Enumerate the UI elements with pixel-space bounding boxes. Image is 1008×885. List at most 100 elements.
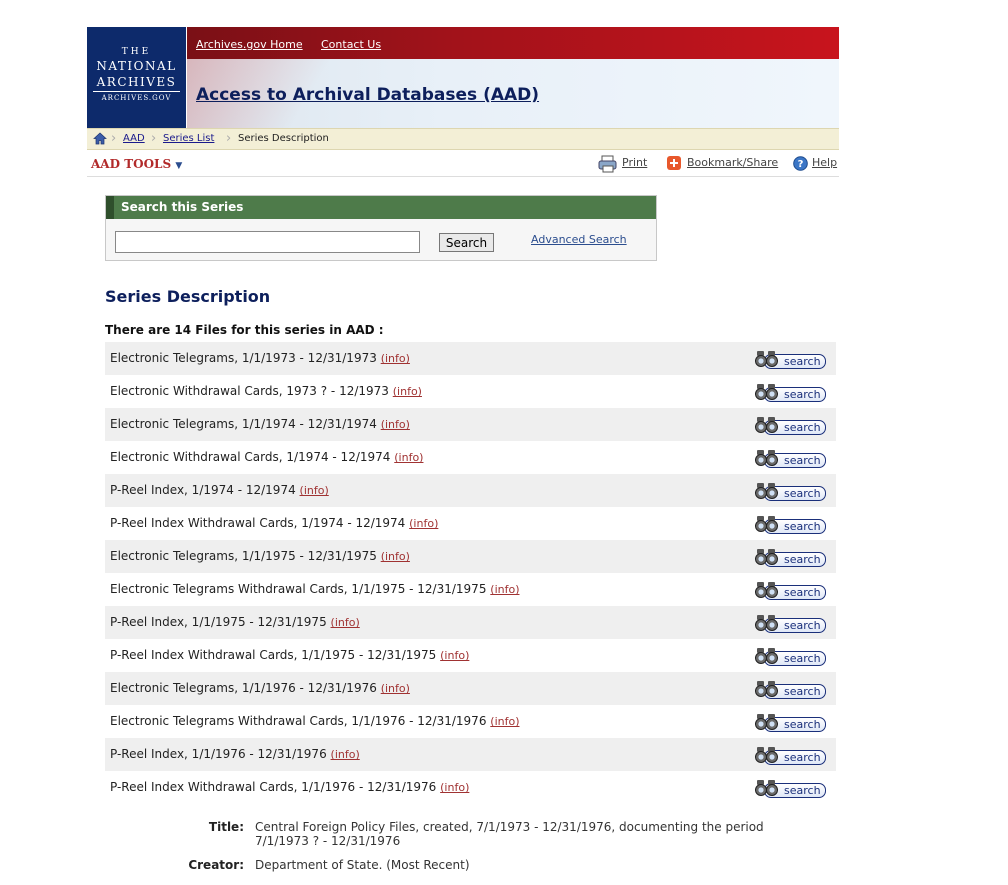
- search-file-button[interactable]: search: [754, 482, 826, 501]
- archives-home-link[interactable]: Archives.gov Home: [196, 38, 303, 51]
- info-link[interactable]: (info): [393, 385, 422, 398]
- creator-label: Creator:: [188, 858, 244, 872]
- search-file-button[interactable]: search: [754, 647, 826, 666]
- breadcrumb-aad[interactable]: AAD: [123, 133, 145, 144]
- info-link[interactable]: (info): [381, 418, 410, 431]
- creator-row: Creator: Department of State. (Most Rece…: [150, 858, 830, 872]
- binoculars-icon: [755, 714, 778, 730]
- search-file-button[interactable]: search: [754, 713, 826, 732]
- print-icon[interactable]: [597, 155, 619, 173]
- file-name: P-Reel Index Withdrawal Cards, 1/1/1975 …: [110, 648, 437, 662]
- contact-us-link[interactable]: Contact Us: [321, 38, 381, 51]
- search-label: search: [784, 652, 821, 665]
- search-label: search: [784, 784, 821, 797]
- search-input[interactable]: [115, 231, 420, 253]
- list-item: Electronic Withdrawal Cards, 1973 ? - 12…: [105, 375, 836, 408]
- app-title-link[interactable]: Access to Archival Databases (AAD): [196, 85, 539, 105]
- file-title: Electronic Telegrams, 1/1/1975 - 12/31/1…: [110, 549, 410, 563]
- title-value-line2: 7/1/1973 ? - 12/31/1976: [255, 834, 401, 848]
- file-name: P-Reel Index, 1/1974 - 12/1974: [110, 483, 296, 497]
- search-label: search: [784, 421, 821, 434]
- breadcrumb-current: Series Description: [238, 133, 329, 144]
- search-file-button[interactable]: search: [754, 581, 826, 600]
- search-panel-heading: Search this Series: [106, 196, 656, 219]
- file-list: Electronic Telegrams, 1/1/1973 - 12/31/1…: [105, 342, 836, 804]
- list-item: Electronic Telegrams, 1/1/1975 - 12/31/1…: [105, 540, 836, 573]
- search-label: search: [784, 520, 821, 533]
- binoculars-icon: [755, 351, 778, 367]
- file-title: P-Reel Index Withdrawal Cards, 1/1/1975 …: [110, 648, 469, 662]
- search-file-button[interactable]: search: [754, 515, 826, 534]
- info-link[interactable]: (info): [394, 451, 423, 464]
- breadcrumb-series-list[interactable]: Series List: [163, 133, 214, 144]
- file-title: Electronic Telegrams Withdrawal Cards, 1…: [110, 582, 520, 596]
- search-label: search: [784, 553, 821, 566]
- info-link[interactable]: (info): [490, 715, 519, 728]
- aad-tools-label: AAD TOOLS: [91, 157, 172, 171]
- search-file-button[interactable]: search: [754, 350, 826, 369]
- file-title: P-Reel Index, 1/1/1976 - 12/31/1976 (inf…: [110, 747, 360, 761]
- file-title: Electronic Telegrams, 1/1/1974 - 12/31/1…: [110, 417, 410, 431]
- file-title: Electronic Withdrawal Cards, 1/1974 - 12…: [110, 450, 423, 464]
- list-item: P-Reel Index Withdrawal Cards, 1/1/1976 …: [105, 771, 836, 804]
- list-item: Electronic Telegrams, 1/1/1973 - 12/31/1…: [105, 342, 836, 375]
- search-label: search: [784, 454, 821, 467]
- search-file-button[interactable]: search: [754, 449, 826, 468]
- binoculars-icon: [755, 747, 778, 763]
- advanced-search-link[interactable]: Advanced Search: [531, 233, 627, 246]
- info-link[interactable]: (info): [300, 484, 329, 497]
- info-link[interactable]: (info): [381, 352, 410, 365]
- file-title: Electronic Telegrams Withdrawal Cards, 1…: [110, 714, 520, 728]
- help-icon[interactable]: ?: [793, 156, 808, 171]
- file-name: Electronic Withdrawal Cards, 1973 ? - 12…: [110, 384, 389, 398]
- search-file-button[interactable]: search: [754, 680, 826, 699]
- file-name: Electronic Telegrams Withdrawal Cards, 1…: [110, 582, 487, 596]
- help-link[interactable]: Help: [812, 156, 837, 169]
- home-icon[interactable]: [93, 132, 107, 145]
- search-file-button[interactable]: search: [754, 383, 826, 402]
- page-title: Series Description: [105, 287, 271, 306]
- info-link[interactable]: (info): [440, 781, 469, 794]
- series-metadata: Title: Central Foreign Policy Files, cre…: [150, 820, 830, 872]
- file-name: P-Reel Index Withdrawal Cards, 1/1/1976 …: [110, 780, 437, 794]
- info-link[interactable]: (info): [331, 616, 360, 629]
- national-archives-logo[interactable]: THE NATIONAL ARCHIVES ARCHIVES.GOV: [87, 27, 186, 128]
- binoculars-icon: [755, 648, 778, 664]
- binoculars-icon: [755, 549, 778, 565]
- list-item: Electronic Telegrams Withdrawal Cards, 1…: [105, 705, 836, 738]
- list-item: P-Reel Index, 1/1974 - 12/1974 (info) sea…: [105, 474, 836, 507]
- info-link[interactable]: (info): [381, 682, 410, 695]
- file-name: P-Reel Index, 1/1/1975 - 12/31/1975: [110, 615, 327, 629]
- info-link[interactable]: (info): [409, 517, 438, 530]
- file-title: P-Reel Index, 1/1/1975 - 12/31/1975 (inf…: [110, 615, 360, 629]
- file-title: P-Reel Index Withdrawal Cards, 1/1974 - …: [110, 516, 438, 530]
- search-label: search: [784, 718, 821, 731]
- file-name: Electronic Telegrams, 1/1/1973 - 12/31/1…: [110, 351, 377, 365]
- search-file-button[interactable]: search: [754, 614, 826, 633]
- aad-tools-menu[interactable]: AAD TOOLS ▼: [91, 157, 182, 171]
- site-header: THE NATIONAL ARCHIVES ARCHIVES.GOV Archi…: [87, 27, 839, 128]
- file-name: Electronic Telegrams, 1/1/1974 - 12/31/1…: [110, 417, 377, 431]
- breadcrumb-separator: ›: [111, 131, 117, 146]
- info-link[interactable]: (info): [381, 550, 410, 563]
- binoculars-icon: [755, 417, 778, 433]
- info-link[interactable]: (info): [490, 583, 519, 596]
- list-item: P-Reel Index, 1/1/1975 - 12/31/1975 (inf…: [105, 606, 836, 639]
- list-item: P-Reel Index Withdrawal Cards, 1/1/1975 …: [105, 639, 836, 672]
- info-link[interactable]: (info): [331, 748, 360, 761]
- info-link[interactable]: (info): [440, 649, 469, 662]
- search-file-button[interactable]: search: [754, 416, 826, 435]
- file-name: Electronic Telegrams, 1/1/1975 - 12/31/1…: [110, 549, 377, 563]
- search-file-button[interactable]: search: [754, 779, 826, 798]
- print-link[interactable]: Print: [622, 156, 647, 169]
- bookmark-share-link[interactable]: Bookmark/Share: [687, 156, 778, 169]
- binoculars-icon: [755, 681, 778, 697]
- breadcrumb: › AAD › Series List › Series Description: [87, 128, 839, 150]
- breadcrumb-separator: ›: [226, 131, 232, 146]
- search-file-button[interactable]: search: [754, 746, 826, 765]
- binoculars-icon: [755, 384, 778, 400]
- file-title: Electronic Telegrams, 1/1/1976 - 12/31/1…: [110, 681, 410, 695]
- search-file-button[interactable]: search: [754, 548, 826, 567]
- search-button[interactable]: Search: [439, 233, 494, 252]
- bookmark-share-icon[interactable]: [666, 155, 682, 171]
